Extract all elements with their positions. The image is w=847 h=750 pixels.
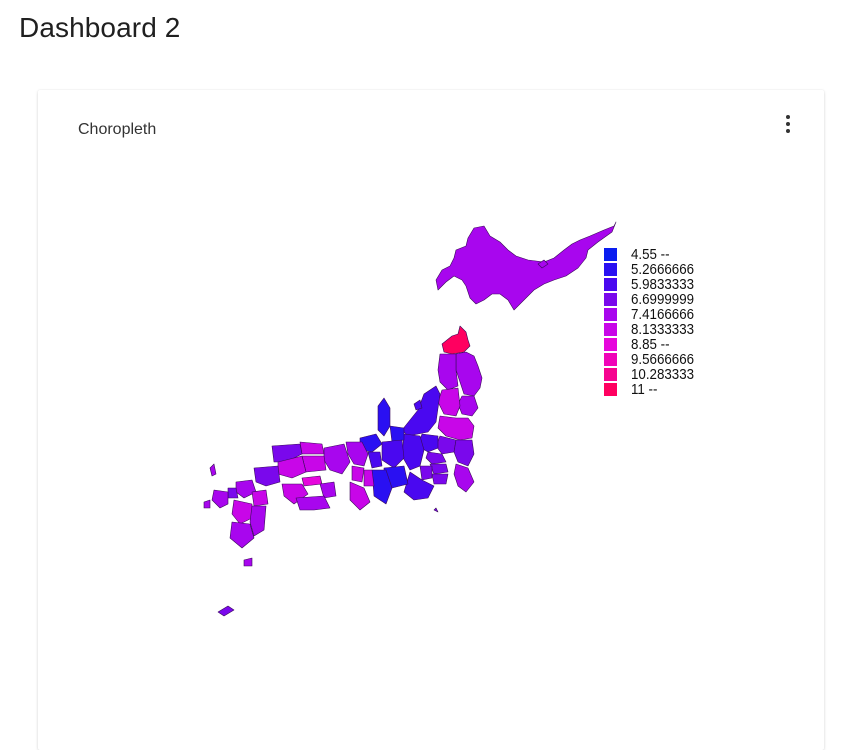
- region-miyagi: [457, 395, 479, 417]
- region-hokkaido: [435, 221, 617, 311]
- region-nagano: [401, 433, 425, 471]
- legend-label: 11 --: [631, 381, 658, 398]
- region-hyogo: [323, 443, 351, 475]
- legend-item: 6.6999999: [604, 291, 714, 308]
- region-shiga: [367, 451, 383, 469]
- legend-swatch: [604, 263, 617, 276]
- legend-item: 5.2666666: [604, 261, 714, 278]
- card-title: Choropleth: [78, 121, 157, 138]
- region-yakushima: [243, 557, 253, 567]
- region-iwate: [455, 351, 483, 397]
- region-kanagawa: [431, 473, 449, 485]
- legend-swatch: [604, 308, 617, 321]
- region-nagasaki: [211, 489, 229, 509]
- legend-label: 7.4166666: [631, 306, 695, 323]
- legend-swatch: [604, 248, 617, 261]
- menu-dot: [786, 115, 790, 119]
- legend-swatch: [604, 293, 617, 306]
- legend-item: 10.283333: [604, 366, 714, 383]
- region-ibaraki: [453, 439, 475, 467]
- legend-item: 8.85 --: [604, 336, 714, 353]
- region-chiba: [453, 463, 475, 493]
- menu-dot: [786, 122, 790, 126]
- legend-swatch: [604, 338, 617, 351]
- region-kumamoto: [231, 499, 253, 525]
- region-kochi: [295, 495, 331, 511]
- legend-swatch: [604, 368, 617, 381]
- menu-dot: [786, 129, 790, 133]
- region-nara: [363, 469, 375, 487]
- more-vert-icon[interactable]: [776, 110, 800, 138]
- legend-label: 9.5666666: [631, 351, 695, 368]
- region-yamaguchi: [253, 465, 281, 487]
- region-osaka: [351, 465, 365, 483]
- region-sado-island: [413, 399, 423, 411]
- region-akita: [437, 353, 459, 391]
- legend-swatch: [604, 278, 617, 291]
- region-tsushima: [209, 463, 217, 477]
- region-kagawa: [301, 475, 323, 487]
- region-toyama: [389, 425, 405, 443]
- region-kagoshima: [229, 521, 255, 549]
- legend-label: 8.85 --: [631, 336, 670, 353]
- legend-label: 10.283333: [631, 366, 695, 383]
- legend-label: 5.2666666: [631, 261, 695, 278]
- region-okinawa: [217, 605, 235, 617]
- legend-item: 5.9833333: [604, 276, 714, 293]
- japan-choropleth-map[interactable]: [188, 220, 658, 670]
- legend-item: 8.1333333: [604, 321, 714, 338]
- region-saga: [227, 487, 239, 499]
- region-gifu: [381, 439, 405, 469]
- region-izu-islands: [433, 507, 439, 513]
- region-tottori: [299, 441, 325, 455]
- legend-item: 7.4166666: [604, 306, 714, 323]
- region-tokyo: [429, 463, 449, 475]
- legend-label: 4.55 --: [631, 247, 670, 263]
- page-title: Dashboard 2: [19, 12, 181, 43]
- region-oita: [251, 489, 269, 507]
- region-fukushima: [437, 415, 475, 441]
- region-yamanashi: [419, 465, 433, 481]
- region-niigata: [401, 385, 441, 437]
- region-goto-islands: [203, 499, 211, 509]
- legend-swatch: [604, 323, 617, 336]
- legend-label: 8.1333333: [631, 321, 695, 338]
- legend-label: 5.9833333: [631, 276, 695, 293]
- legend-swatch: [604, 383, 617, 396]
- region-tochigi: [435, 435, 457, 455]
- region-aomori: [441, 325, 471, 355]
- legend-label: 6.6999999: [631, 291, 695, 308]
- region-yamagata: [437, 387, 461, 417]
- region-tokushima: [319, 481, 337, 499]
- legend-item: 4.55 --: [604, 247, 714, 263]
- legend-swatch: [604, 353, 617, 366]
- legend-item: 11 --: [604, 382, 714, 397]
- legend-item: 9.5666666: [604, 351, 714, 368]
- choropleth-card: Choropleth 4.55 -- 5.2666666 5.9833333 6…: [38, 90, 824, 750]
- legend: 4.55 -- 5.2666666 5.9833333 6.6999999 7.…: [604, 247, 714, 397]
- region-ishikawa: [377, 397, 391, 437]
